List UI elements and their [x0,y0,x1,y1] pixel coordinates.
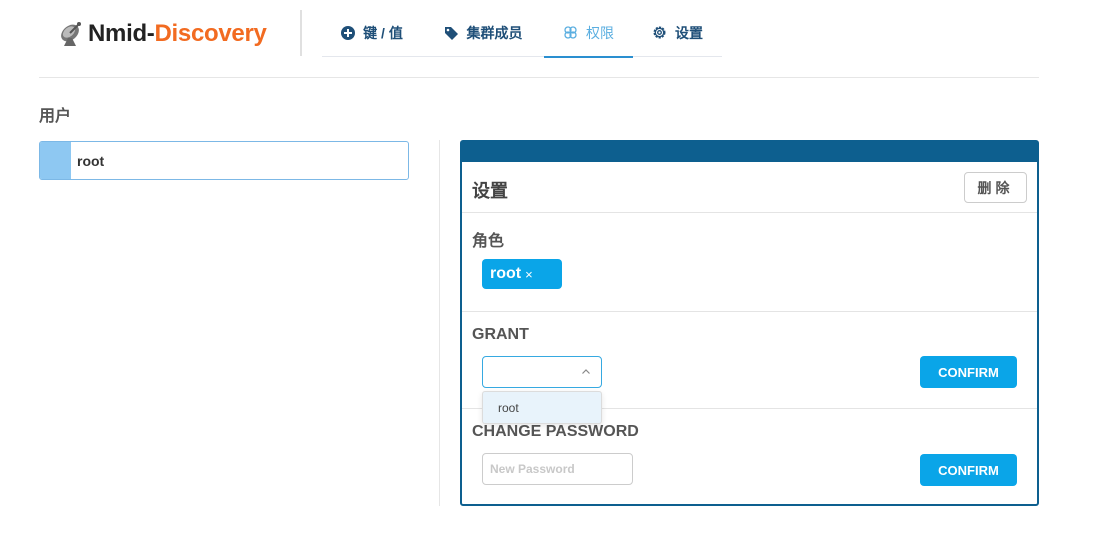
dropdown-option[interactable]: root [483,392,601,425]
chevron-up-icon [582,369,590,374]
panel-top-bar [462,142,1037,162]
tag-icon [444,26,458,40]
users-title: 用户 [39,108,72,125]
tab-label: 设置 [675,24,703,41]
role-tag-label: root [490,265,522,282]
satellite-dish-icon [61,22,81,46]
grant-dropdown-menu: root [482,391,602,424]
close-icon[interactable]: × [525,267,533,282]
grant-label: GRANT [472,326,529,343]
header-divider [39,77,1039,78]
brand-name-part1: Nmid- [88,20,155,47]
tab-label: 集群成员 [466,24,523,41]
tab-cluster-members[interactable]: 集群成员 [422,8,544,57]
role-tag: root × [482,259,562,289]
flower-icon [564,26,577,39]
role-label: 角色 [472,233,505,250]
password-label: CHANGE PASSWORD [472,423,639,440]
panel-header: 设置 删除 [462,162,1037,213]
panel-title: 设置 [472,181,508,201]
role-section: 角色 root × [462,213,1037,312]
gear-icon [653,26,666,39]
tab-key-value[interactable]: 键 / 值 [322,8,422,57]
delete-button[interactable]: 删除 [964,172,1027,203]
brand-name-part2: Discovery [154,20,267,47]
tab-settings[interactable]: 设置 [633,8,722,57]
plus-circle-icon [341,25,356,40]
user-name: root [77,152,105,169]
tab-label: 键 / 值 [363,24,403,41]
grant-confirm-button[interactable]: CONFIRM [920,356,1017,388]
brand-logo: Nmid- Discovery [58,18,267,50]
tab-label: 权限 [586,24,614,41]
column-divider [439,140,440,506]
user-list-item[interactable]: root [39,141,409,180]
tab-permissions[interactable]: 权限 [544,8,633,58]
grant-role-select[interactable] [482,356,602,388]
settings-panel: 设置 删除 角色 root × GRANT CONFIRM CHANGE PAS… [460,140,1039,506]
logo-divider [300,10,302,56]
selected-marker [40,142,71,179]
password-confirm-button[interactable]: CONFIRM [920,454,1017,486]
new-password-input[interactable] [482,453,633,485]
main-nav: 键 / 值 集群成员 权限 设置 [322,8,722,58]
